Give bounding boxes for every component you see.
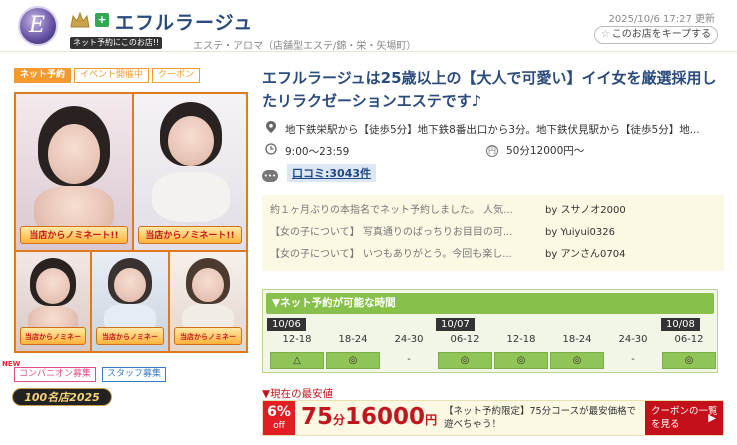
girl-photo[interactable]: 当店からノミネート!! — [16, 252, 90, 351]
review-item[interactable]: 約１ヶ月ぶりの本指名でネット予約しました。 人気... by スサノオ2000 — [270, 201, 710, 221]
girl-photo[interactable]: 当店からノミネート!! — [134, 94, 246, 250]
hours-info: 9:00〜23:59 — [265, 143, 349, 159]
review-item[interactable]: 【女の子について】 いつもありがとう。今回も楽し... by アンさん0704 — [270, 245, 710, 265]
nomination-label: 当店からノミネート!! — [20, 226, 128, 244]
updated-timestamp: 2025/10/6 17:27 更新 — [608, 14, 715, 25]
course-price: 75分16000円 — [301, 404, 438, 430]
review-item[interactable]: 【女の子について】 写真通りのぱっちりお目目の可... by Yuiyui032… — [270, 223, 710, 243]
girl-photo[interactable]: 当店からノミネート!! — [92, 252, 168, 351]
shop-header: E + エフルラージュ ネット予約にこのお店!! エステ・アロマ（店舗型エステ/… — [0, 0, 737, 52]
shop-logo[interactable]: E — [18, 6, 58, 46]
tag-event[interactable]: イベント開催中 — [74, 68, 150, 83]
arrow-right-icon: ▶ — [708, 413, 716, 424]
tag-coupon[interactable]: クーポン — [152, 68, 201, 83]
nomination-label: 当店からノミネート!! — [138, 226, 242, 244]
availability-mark[interactable]: △ — [270, 352, 324, 369]
staff-recruit-link[interactable]: スタッフ募集 — [102, 367, 167, 382]
time-slot: 18-24 — [338, 334, 368, 345]
time-slot: 18-24 — [562, 334, 592, 345]
review-author: by Yuiyui0326 — [545, 227, 616, 238]
meiten-badge[interactable]: 100名店2025 — [12, 388, 112, 406]
companion-recruit-link[interactable]: コンパニオン募集 — [14, 367, 97, 382]
net-booking-title: ▼ネット予約が可能な時間 — [266, 293, 714, 314]
review-text[interactable]: 約１ヶ月ぶりの本指名でネット予約しました。 人気... — [270, 201, 538, 221]
review-list: 約１ヶ月ぶりの本指名でネット予約しました。 人気... by スサノオ2000 … — [262, 195, 724, 271]
availability-mark[interactable]: ◎ — [550, 352, 604, 369]
shop-category: エステ・アロマ（店舗型エステ/錦・栄・矢場町） — [193, 41, 417, 52]
access-info: 地下鉄栄駅から【徒歩5分】地下鉄8番出口から3分。地下鉄伏見駅から【徒歩5分】地… — [265, 121, 700, 137]
time-slot: 06-12 — [674, 334, 704, 345]
yen-icon: 円 — [486, 145, 498, 157]
girl-photo[interactable]: 当店からノミネート!! — [16, 94, 132, 250]
review-author: by アンさん0704 — [545, 249, 626, 260]
nomination-label: 当店からノミネート!! — [96, 327, 164, 345]
availability-mark[interactable]: ◎ — [494, 352, 548, 369]
keep-shop-button[interactable]: ☆ このお店をキープする — [594, 26, 718, 44]
tag-net-booking[interactable]: ネット予約 — [14, 68, 72, 83]
clock-icon — [265, 143, 277, 158]
map-pin-icon — [265, 121, 277, 136]
review-count-link[interactable]: 口コミ:3043件 — [287, 164, 377, 182]
coupon-list-button[interactable]: クーポンの一覧を見る ▶ — [645, 401, 723, 435]
crown-icon — [70, 12, 90, 28]
time-slot: 06-12 — [450, 334, 480, 345]
feature-tags: ネット予約 イベント開催中 クーポン — [14, 68, 201, 83]
course-description: 【ネット予約限定】75分コースが最安価格で遊べちゃう！ — [444, 406, 637, 430]
shop-name[interactable]: エフルラージュ — [115, 8, 253, 35]
catch-copy: エフルラージュは25歳以上の【大人で可愛い】イイ女を厳選採用したリラクゼーション… — [262, 69, 717, 110]
review-text[interactable]: 【女の子について】 いつもありがとう。今回も楽し... — [270, 245, 538, 265]
review-count-row: ••• 口コミ:3043件 — [262, 164, 377, 182]
time-slot: 24-30 — [394, 334, 424, 345]
availability-mark: - — [631, 354, 635, 365]
date-label: 10/07 — [436, 318, 475, 331]
time-slot: 24-30 — [618, 334, 648, 345]
availability-mark: - — [407, 354, 411, 365]
star-icon: ☆ — [600, 29, 610, 40]
time-slot: 12-18 — [506, 334, 536, 345]
price-info: 円 50分12000円〜 — [486, 145, 585, 157]
plus-icon: + — [95, 13, 109, 27]
availability-mark[interactable]: ◎ — [662, 352, 716, 369]
availability-mark[interactable]: ◎ — [438, 352, 492, 369]
photo-grid: 当店からノミネート!! 当店からノミネート!! 当店からノミネート!! 当店から… — [14, 92, 248, 353]
availability-mark[interactable]: ◎ — [326, 352, 380, 369]
lowest-price-box[interactable]: 6% off 75分16000円 【ネット予約限定】75分コースが最安価格で遊べ… — [262, 400, 724, 436]
review-text[interactable]: 【女の子について】 写真通りのぱっちりお目目の可... — [270, 223, 538, 243]
discount-badge: 6% off — [263, 401, 295, 435]
girl-photo[interactable]: 当店からノミネート!! — [170, 252, 246, 351]
speech-bubble-icon: ••• — [262, 170, 278, 182]
net-booking-schedule: ▼ネット予約が可能な時間 10/06 10/07 10/08 12-18 18-… — [262, 289, 718, 373]
date-label: 10/06 — [267, 318, 306, 331]
nomination-label: 当店からノミネート!! — [20, 327, 86, 345]
net-booking-badge: ネット予約にこのお店!! — [70, 37, 163, 49]
date-label: 10/08 — [661, 318, 700, 331]
lowest-price-label: ▼現在の最安値 — [262, 388, 334, 400]
time-slot: 12-18 — [282, 334, 312, 345]
review-author: by スサノオ2000 — [545, 205, 626, 216]
nomination-label: 当店からノミネート!! — [174, 327, 242, 345]
